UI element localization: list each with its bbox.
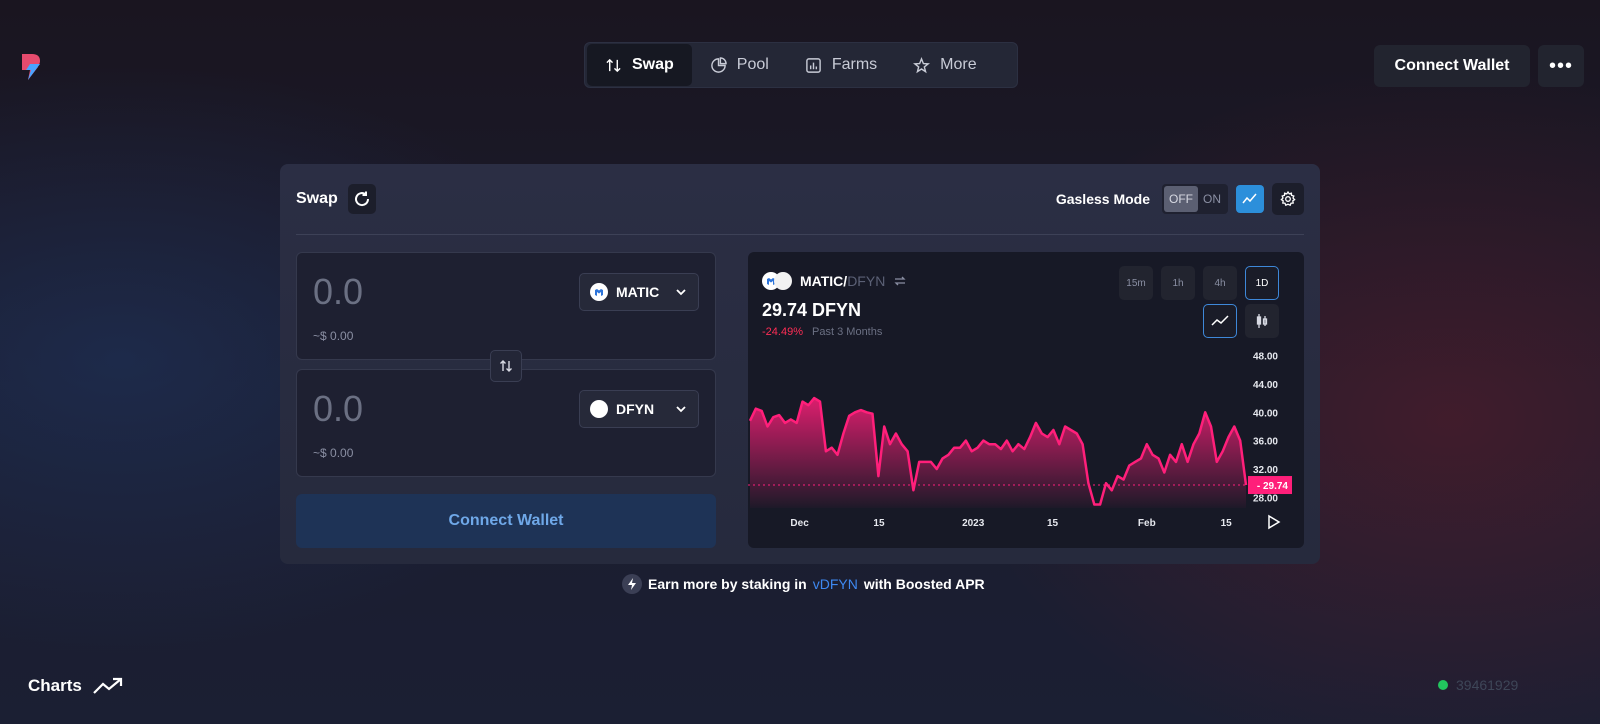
- refresh-button[interactable]: [347, 184, 376, 214]
- candlestick-chart-type-button[interactable]: [1245, 304, 1279, 338]
- candlestick-icon: [1256, 314, 1268, 328]
- x-tick-label: Dec: [790, 518, 809, 529]
- block-number-indicator: 39461929: [1438, 677, 1518, 693]
- charts-link[interactable]: Charts: [28, 676, 124, 696]
- timeframe-15m[interactable]: 15m: [1119, 266, 1153, 300]
- x-tick-label: 15: [873, 518, 885, 529]
- price-change: -24.49% Past 3 Months: [762, 326, 882, 338]
- y-tick-label: 36.00: [1253, 437, 1278, 448]
- pie-chart-icon: [710, 56, 727, 73]
- connect-wallet-button[interactable]: Connect Wallet: [1374, 45, 1530, 87]
- gear-icon: [1280, 191, 1296, 207]
- connect-wallet-main-button[interactable]: Connect Wallet: [296, 494, 716, 548]
- swap-card: Swap Gasless Mode OFF ON 0.0 ~$ 0.00 MAT…: [280, 164, 1320, 564]
- y-tick-label: 40.00: [1253, 408, 1278, 419]
- earn-banner: Earn more by staking in vDFYN with Boost…: [622, 574, 985, 594]
- gasless-mode-label: Gasless Mode: [1055, 191, 1150, 207]
- swap-vertical-icon: [606, 58, 621, 72]
- timeframe-1h[interactable]: 1h: [1161, 266, 1195, 300]
- header-divider: [296, 234, 1304, 235]
- y-tick-label: 48.00: [1253, 352, 1278, 363]
- line-chart-icon: [1242, 193, 1257, 204]
- timeframe-4h[interactable]: 4h: [1203, 266, 1237, 300]
- swap-title-label: Swap: [296, 190, 338, 207]
- play-icon[interactable]: [1268, 514, 1281, 530]
- x-tick-label: 2023: [962, 518, 985, 529]
- swap-card-header: Swap Gasless Mode OFF ON: [296, 180, 1304, 218]
- toggle-off[interactable]: OFF: [1164, 186, 1198, 212]
- line-chart-type-button[interactable]: [1203, 304, 1237, 338]
- nav-item-label: Farms: [831, 56, 878, 73]
- star-icon: [913, 56, 931, 73]
- timeframe-1d[interactable]: 1D: [1245, 266, 1279, 300]
- lightning-icon: [622, 574, 642, 594]
- gasless-toggle[interactable]: OFF ON: [1162, 184, 1228, 214]
- pair-base: MATIC/: [800, 273, 848, 289]
- y-tick-label: 44.00: [1253, 380, 1278, 391]
- more-menu-button[interactable]: •••: [1538, 45, 1584, 87]
- settings-button[interactable]: [1272, 183, 1304, 215]
- price-area-fill: [750, 398, 1246, 508]
- from-token-name: MATIC: [616, 284, 660, 300]
- to-usd-value: ~$ 0.00: [313, 446, 354, 460]
- dfyn-token-icon: [590, 400, 608, 418]
- y-tick-label: 32.00: [1253, 465, 1278, 476]
- pair-icons: [762, 272, 792, 290]
- earn-text-after: with Boosted APR: [863, 576, 985, 592]
- nav-item-label: Swap: [632, 56, 674, 73]
- vdfyn-link[interactable]: vDFYN: [813, 576, 858, 592]
- toggle-on[interactable]: ON: [1198, 186, 1226, 212]
- status-dot: [1438, 680, 1448, 690]
- earn-text-before: Earn more by staking in: [648, 576, 807, 592]
- to-token-name: DFYN: [616, 401, 655, 417]
- charts-label: Charts: [28, 676, 82, 695]
- swap-vertical-icon: [500, 360, 512, 372]
- swap-header-controls: Gasless Mode OFF ON: [1056, 183, 1304, 215]
- nav-item-swap[interactable]: Swap: [587, 44, 692, 86]
- x-tick-label: 15: [1221, 518, 1233, 529]
- to-token-select[interactable]: DFYN: [579, 390, 699, 428]
- from-amount-input[interactable]: 0.0: [313, 271, 363, 313]
- chart-toggle-button[interactable]: [1236, 185, 1264, 213]
- from-token-select[interactable]: MATIC: [579, 273, 699, 311]
- matic-icon: [590, 283, 608, 301]
- x-tick-label: Feb: [1138, 518, 1156, 529]
- nav-item-pool[interactable]: Pool: [692, 44, 787, 86]
- swap-title: Swap: [296, 184, 376, 214]
- from-token-box: 0.0 ~$ 0.00 MATIC: [296, 252, 716, 360]
- current-price: 29.74 DFYN: [762, 300, 862, 320]
- swap-direction-button[interactable]: [490, 350, 522, 382]
- to-amount-input[interactable]: 0.0: [313, 388, 363, 430]
- dfyn-token-icon: [774, 272, 792, 290]
- refresh-icon: [354, 191, 369, 207]
- y-tick-label: 28.00: [1253, 493, 1278, 504]
- chevron-down-icon: [676, 289, 686, 296]
- bar-chart-icon: [806, 57, 821, 73]
- dfyn-logo[interactable]: [18, 52, 44, 82]
- block-number: 39461929: [1456, 677, 1519, 693]
- pair-quote: DFYN: [847, 273, 886, 289]
- price-change-percent: -24.49%: [762, 326, 803, 338]
- last-value-label: - 29.74: [1257, 481, 1289, 492]
- from-usd-value: ~$ 0.00: [313, 329, 354, 343]
- line-chart-icon: [1211, 315, 1229, 326]
- nav-item-more[interactable]: More: [895, 44, 994, 86]
- to-token-box: 0.0 ~$ 0.00 DFYN: [296, 369, 716, 477]
- nav-item-label: Pool: [736, 56, 769, 73]
- main-nav: Swap Pool Farms More: [584, 42, 1018, 88]
- swap-pair-icon[interactable]: [893, 274, 907, 288]
- nav-item-label: More: [940, 56, 977, 73]
- chevron-down-icon: [676, 406, 686, 413]
- nav-item-farms[interactable]: Farms: [787, 44, 895, 86]
- pair-label: MATIC/DFYN: [762, 272, 907, 290]
- x-tick-label: 15: [1047, 518, 1059, 529]
- price-chart-panel: 48.00 44.00 40.00 36.00 32.00 28.00- 29.74 Dec…: [748, 252, 1304, 548]
- trending-up-icon: [93, 677, 122, 694]
- price-change-period: Past 3 Months: [812, 326, 883, 338]
